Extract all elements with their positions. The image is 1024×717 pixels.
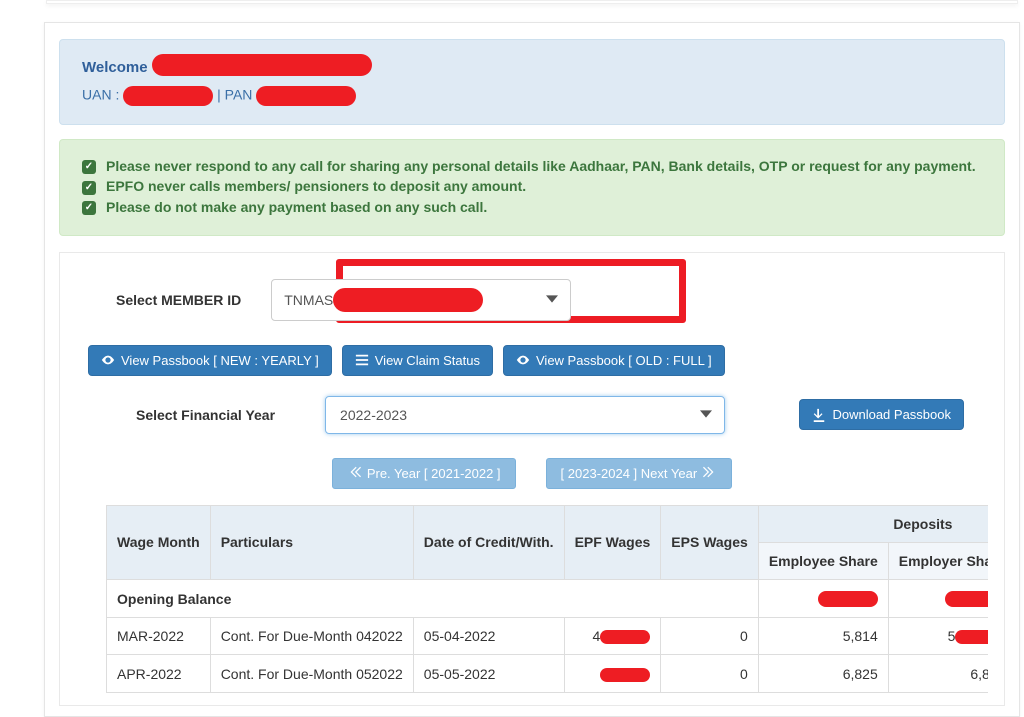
fy-label: Select Financial Year — [136, 407, 275, 423]
action-buttons-row: View Passbook [ NEW : YEARLY ] View Clai… — [76, 345, 988, 396]
member-id-select[interactable]: TNMAS — [271, 279, 571, 321]
redacted-value — [955, 630, 988, 644]
cell-eps-wages: 0 — [661, 655, 759, 692]
alert-text-2: EPFO never calls members/ pensioners to … — [106, 178, 526, 194]
th-date-credit: Date of Credit/With. — [413, 505, 564, 579]
opening-emp-share — [758, 579, 888, 617]
th-wage-month: Wage Month — [107, 505, 211, 579]
prev-year-button[interactable]: Pre. Year [ 2021-2022 ] — [332, 458, 516, 489]
chevron-left-icon — [347, 465, 361, 482]
check-icon: ✓ — [82, 201, 96, 215]
th-deposits: Deposits — [758, 505, 988, 542]
view-passbook-new-button[interactable]: View Passbook [ NEW : YEARLY ] — [88, 345, 332, 376]
cell-emp-share: 6,825 — [758, 655, 888, 692]
redacted-name — [152, 54, 372, 76]
th-employer-share: Employer Share — [888, 542, 988, 579]
member-id-row: Select MEMBER ID TNMAS — [76, 275, 988, 345]
cell-date: 05-05-2022 — [413, 655, 564, 692]
pan-label: | PAN — [217, 87, 256, 103]
cell-epf-wages — [564, 655, 661, 692]
check-icon: ✓ — [82, 181, 96, 195]
opening-balance-label: Opening Balance — [107, 579, 759, 617]
alert-line-2: ✓ EPFO never calls members/ pensioners to… — [82, 178, 982, 194]
cell-date: 05-04-2022 — [413, 618, 564, 655]
redacted-value — [818, 591, 878, 607]
download-icon — [812, 408, 826, 422]
table-row: APR-2022 Cont. For Due-Month 052022 05-0… — [107, 655, 989, 692]
cell-emp-share: 5,814 — [758, 618, 888, 655]
alert-line-1: ✓ Please never respond to any call for sh… — [82, 158, 982, 174]
view-claim-status-label: View Claim Status — [375, 353, 480, 368]
year-nav-row: Pre. Year [ 2021-2022 ] [ 2023-2024 ] Ne… — [76, 458, 988, 505]
view-claim-status-button[interactable]: View Claim Status — [342, 345, 493, 376]
alert-text-1: Please never respond to any call for sha… — [106, 158, 976, 174]
member-id-value-prefix: TNMAS — [284, 292, 333, 308]
next-year-label: [ 2023-2024 ] Next Year — [561, 466, 698, 481]
opening-empr-share — [888, 579, 988, 617]
cell-particulars: Cont. For Due-Month 042022 — [210, 618, 413, 655]
redacted-pan — [256, 86, 356, 106]
download-passbook-button[interactable]: Download Passbook — [799, 399, 964, 430]
cell-wage-month: MAR-2022 — [107, 618, 211, 655]
top-shadow-spacer — [46, 0, 1018, 4]
th-eps-wages: EPS Wages — [661, 505, 759, 579]
cell-epf-wages: 4 — [564, 618, 661, 655]
member-id-label: Select MEMBER ID — [116, 292, 241, 308]
welcome-panel: Welcome UAN : | PAN — [59, 39, 1005, 125]
view-passbook-old-label: View Passbook [ OLD : FULL ] — [536, 353, 712, 368]
welcome-line: Welcome — [82, 54, 982, 76]
table-row: MAR-2022 Cont. For Due-Month 042022 05-0… — [107, 618, 989, 655]
view-passbook-new-label: View Passbook [ NEW : YEARLY ] — [121, 353, 319, 368]
uan-pan-line: UAN : | PAN — [82, 86, 982, 106]
redacted-value — [600, 630, 650, 644]
chevron-down-icon — [700, 407, 712, 423]
uan-label: UAN : — [82, 87, 123, 103]
passbook-table: Wage Month Particulars Date of Credit/Wi… — [106, 505, 988, 693]
main-panel: Welcome UAN : | PAN ✓ Please never respon… — [44, 22, 1020, 717]
chevron-right-icon — [703, 465, 717, 482]
redacted-member-id — [333, 288, 483, 312]
cell-empr-share: 6,825 — [888, 655, 988, 692]
th-employee-share: Employee Share — [758, 542, 888, 579]
check-icon: ✓ — [82, 160, 96, 174]
passbook-table-wrap: Wage Month Particulars Date of Credit/Wi… — [106, 505, 988, 693]
redacted-value — [600, 668, 650, 682]
alert-text-3: Please do not make any payment based on … — [106, 199, 487, 215]
fy-value: 2022-2023 — [340, 407, 407, 423]
cell-particulars: Cont. For Due-Month 052022 — [210, 655, 413, 692]
chevron-down-icon — [546, 292, 558, 308]
opening-balance-row: Opening Balance — [107, 579, 989, 617]
alert-panel: ✓ Please never respond to any call for sh… — [59, 139, 1005, 236]
redacted-value — [945, 591, 988, 607]
prev-year-label: Pre. Year [ 2021-2022 ] — [367, 466, 501, 481]
alert-line-3: ✓ Please do not make any payment based on… — [82, 199, 982, 215]
th-particulars: Particulars — [210, 505, 413, 579]
cell-empr-share: 5 — [888, 618, 988, 655]
cell-eps-wages: 0 — [661, 618, 759, 655]
cell-wage-month: APR-2022 — [107, 655, 211, 692]
content-wrap: Select MEMBER ID TNMAS View Passbook [ N… — [59, 252, 1005, 706]
eye-icon — [516, 353, 530, 367]
financial-year-row: Select Financial Year 2022-2023 Download… — [76, 396, 988, 458]
next-year-button[interactable]: [ 2023-2024 ] Next Year — [546, 458, 733, 489]
view-passbook-old-button[interactable]: View Passbook [ OLD : FULL ] — [503, 345, 725, 376]
financial-year-select[interactable]: 2022-2023 — [325, 396, 725, 434]
redacted-uan — [123, 86, 213, 106]
welcome-prefix: Welcome — [82, 59, 152, 76]
th-epf-wages: EPF Wages — [564, 505, 661, 579]
download-passbook-label: Download Passbook — [832, 407, 951, 422]
eye-icon — [101, 353, 115, 367]
list-icon — [355, 353, 369, 367]
